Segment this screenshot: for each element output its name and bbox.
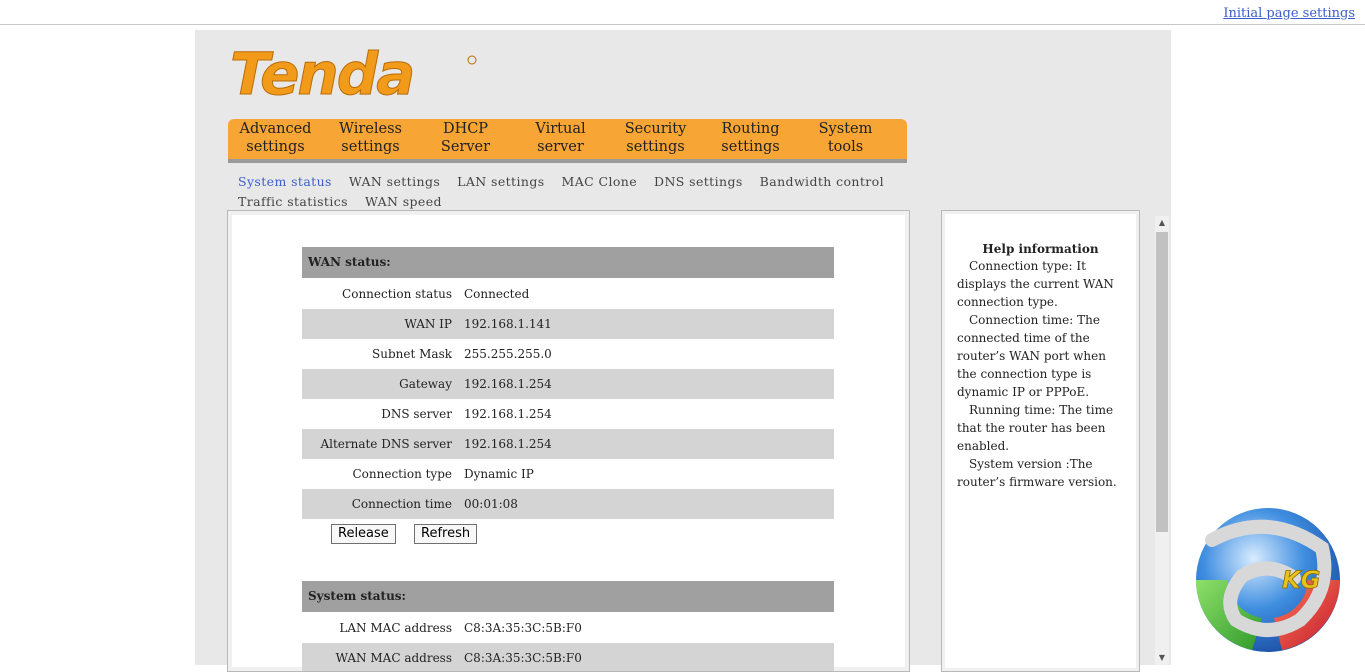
nav-advanced-settings[interactable]: Advanced settings <box>228 119 323 159</box>
nav-routing-settings[interactable]: Routing settings <box>703 119 798 159</box>
subnav-dns-settings[interactable]: DNS settings <box>654 174 743 189</box>
help-body: Connection type: It displays the current… <box>942 257 1139 491</box>
table-row: DNS server 192.168.1.254 <box>381 407 552 421</box>
scroll-up-arrow-icon[interactable]: ▲ <box>1155 216 1169 230</box>
subnav-traffic-statistics[interactable]: Traffic statistics <box>238 194 348 209</box>
initial-page-settings-link[interactable]: Initial page settings <box>1223 6 1355 21</box>
page-scrollbar[interactable]: ▲ ▼ <box>1155 216 1169 665</box>
help-paragraph: Connection type: It displays the current… <box>957 259 1114 309</box>
refresh-button[interactable]: Refresh <box>414 524 478 544</box>
table-row: Connection time 00:01:08 <box>302 489 834 519</box>
main-nav: Advanced settings Wireless settings DHCP Se… <box>228 119 907 163</box>
svg-text:Tenda: Tenda <box>230 42 413 106</box>
subnav-wan-speed[interactable]: WAN speed <box>365 194 442 209</box>
nav-security-settings[interactable]: Security settings <box>608 119 703 159</box>
wan-status-section: WAN status: Connection status Connected W… <box>302 247 834 549</box>
nav-wireless-settings[interactable]: Wireless settings <box>323 119 418 159</box>
subnav-mac-clone[interactable]: MAC Clone <box>562 174 638 189</box>
nav-virtual-server[interactable]: Virtual server <box>513 119 608 159</box>
subnav-lan-settings[interactable]: LAN settings <box>457 174 544 189</box>
help-panel: Help information Connection type: It dis… <box>941 210 1140 672</box>
release-button[interactable]: Release <box>331 524 396 544</box>
system-status-heading: System status: <box>302 581 834 613</box>
top-divider <box>0 24 1365 25</box>
scroll-down-arrow-icon[interactable]: ▼ <box>1155 651 1169 665</box>
nav-system-tools[interactable]: System tools <box>798 119 893 159</box>
help-paragraph: Running time: The time that the router h… <box>957 403 1114 453</box>
subnav-system-status[interactable]: System status <box>238 174 332 189</box>
table-row: Subnet Mask 255.255.255.0 <box>372 347 552 361</box>
wan-action-buttons: Release Refresh <box>302 519 834 549</box>
help-title: Help information <box>982 242 1099 256</box>
sub-nav: System status WAN settings LAN settings MAC… <box>238 172 918 212</box>
scroll-thumb[interactable] <box>1156 232 1168 532</box>
subnav-bandwidth-control[interactable]: Bandwidth control <box>760 174 884 189</box>
table-row: Connection type Dynamic IP <box>352 467 534 481</box>
svg-text:KG: KG <box>1282 566 1320 594</box>
table-row: Gateway 192.168.1.254 <box>302 369 834 399</box>
table-row: WAN IP 192.168.1.141 <box>302 309 834 339</box>
subnav-wan-settings[interactable]: WAN settings <box>349 174 440 189</box>
help-paragraph: System version :The router’s firmware ve… <box>957 457 1117 489</box>
table-row: WAN MAC address C8:3A:35:3C:5B:F0 <box>302 643 834 671</box>
table-row: Alternate DNS server 192.168.1.254 <box>302 429 834 459</box>
table-row: LAN MAC address C8:3A:35:3C:5B:F0 <box>339 621 582 635</box>
status-panel: WAN status: Connection status Connected W… <box>227 210 910 672</box>
tenda-logo: Tenda <box>230 42 477 106</box>
kg-watermark-logo: KG <box>1196 508 1340 652</box>
system-status-section: System status: LAN MAC address C8:3A:35:3… <box>302 581 834 671</box>
wan-status-heading: WAN status: <box>302 247 834 279</box>
table-row: Connection status Connected <box>342 287 530 301</box>
nav-dhcp-server[interactable]: DHCP Server <box>418 119 513 159</box>
help-paragraph: Connection time: The connected time of t… <box>957 313 1106 399</box>
